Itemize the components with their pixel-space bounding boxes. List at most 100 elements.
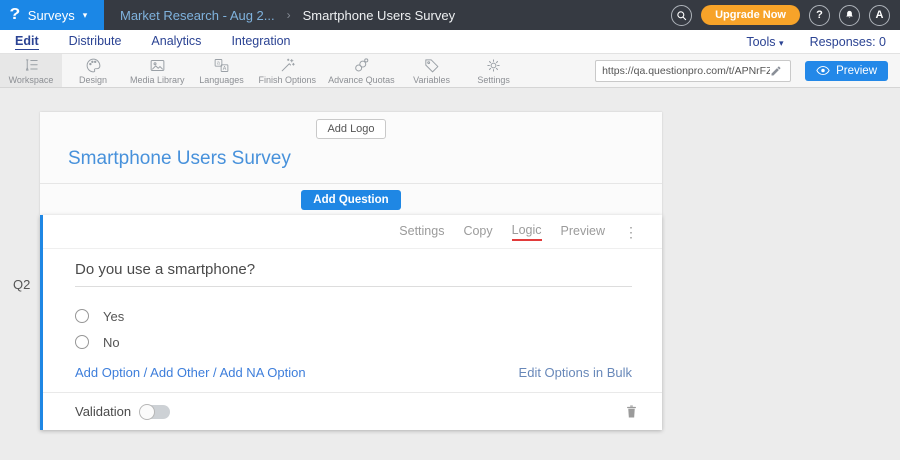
notifications-button[interactable] (839, 5, 860, 26)
survey-header-card: Add Logo Smartphone Users Survey Add Que… (40, 112, 662, 215)
responses-count[interactable]: Responses: 0 (810, 35, 886, 49)
validation-label: Validation (75, 404, 131, 419)
edit-options-in-bulk-link[interactable]: Edit Options in Bulk (519, 365, 632, 380)
question-number: Q2 (13, 277, 30, 292)
chevron-down-icon: ▾ (779, 38, 784, 48)
toolbar-item-label: Advance Quotas (328, 75, 395, 85)
radio-button[interactable] (75, 309, 89, 323)
toolbar-item-label: Workspace (9, 75, 54, 85)
toolbar-right: Preview (595, 54, 900, 87)
radio-button[interactable] (75, 335, 89, 349)
breadcrumb-separator-icon: › (287, 8, 291, 22)
breadcrumb-parent[interactable]: Market Research - Aug 2... (120, 8, 275, 23)
breadcrumb: Market Research - Aug 2... › Smartphone … (120, 8, 455, 23)
survey-editor-canvas: Q2 Add Logo Smartphone Users Survey Add … (0, 112, 900, 460)
option-label-no[interactable]: No (103, 335, 120, 350)
account-avatar[interactable]: A (869, 5, 890, 26)
add-question-row: Add Question (40, 184, 662, 215)
survey-url-field[interactable] (595, 60, 791, 82)
option-links: Add Option / Add Other / Add NA Option (75, 365, 306, 380)
add-other-link[interactable]: Add Other (150, 365, 209, 380)
search-button[interactable] (671, 5, 692, 26)
question-tab-logic[interactable]: Logic (512, 223, 542, 241)
preview-button[interactable]: Preview (805, 61, 888, 81)
link-separator: / (140, 365, 150, 380)
tab-analytics[interactable]: Analytics (151, 34, 201, 50)
breadcrumb-current: Smartphone Users Survey (303, 8, 455, 23)
tab-edit[interactable]: Edit (15, 34, 39, 50)
tab-integration[interactable]: Integration (231, 34, 290, 50)
preview-label: Preview (836, 65, 877, 77)
option-label-yes[interactable]: Yes (103, 309, 124, 324)
add-logo-button[interactable]: Add Logo (316, 119, 385, 139)
question-mark-icon: ? (816, 9, 823, 21)
toolbar-item-settings[interactable]: Settings (463, 54, 525, 87)
search-icon (676, 10, 687, 21)
tools-menu[interactable]: Tools ▾ (746, 35, 783, 49)
question-toolbar: Settings Copy Logic Preview ⋮ (43, 215, 662, 249)
workspace-toolbar: Workspace Design Media Library a A Langu… (0, 54, 900, 88)
design-icon (85, 57, 102, 74)
add-na-option-link[interactable]: Add NA Option (220, 365, 306, 380)
variables-icon (423, 57, 440, 74)
avatar-initial: A (876, 9, 884, 21)
toolbar-item-advance-quotas[interactable]: Advance Quotas (322, 54, 401, 87)
toolbar-item-finish-options[interactable]: Finish Options (253, 54, 323, 87)
answer-option-row: Yes (75, 303, 662, 329)
toolbar-item-label: Languages (199, 75, 244, 85)
bell-icon (844, 9, 855, 21)
toolbar-item-label: Variables (413, 75, 450, 85)
toolbar-item-workspace[interactable]: Workspace (0, 54, 62, 87)
kebab-menu-icon[interactable]: ⋮ (624, 225, 638, 239)
media-library-icon (149, 57, 166, 74)
help-button[interactable]: ? (809, 5, 830, 26)
topbar-actions: Upgrade Now ? A (671, 5, 900, 26)
surveys-menu-label: Surveys (28, 8, 75, 23)
tab-distribute[interactable]: Distribute (69, 34, 122, 50)
advance-quotas-icon (353, 57, 370, 74)
toolbar-item-media-library[interactable]: Media Library (124, 54, 191, 87)
question-tab-preview[interactable]: Preview (561, 224, 605, 240)
navbar-right: Tools ▾ Responses: 0 (746, 35, 900, 49)
option-links-row: Add Option / Add Other / Add NA Option E… (75, 365, 632, 380)
questionpro-logo-icon: ? (10, 6, 21, 24)
section-tabs: Edit Distribute Analytics Integration (15, 34, 291, 50)
toolbar-item-label: Finish Options (259, 75, 317, 85)
toolbar-item-label: Media Library (130, 75, 185, 85)
add-option-link[interactable]: Add Option (75, 365, 140, 380)
add-question-button-top[interactable]: Add Question (301, 190, 400, 210)
finish-options-icon (279, 57, 296, 74)
toolbar-item-variables[interactable]: Variables (401, 54, 463, 87)
survey-title[interactable]: Smartphone Users Survey (68, 148, 662, 170)
toggle-knob (139, 404, 155, 420)
question-text[interactable]: Do you use a smartphone? (75, 261, 632, 287)
toolbar-item-design[interactable]: Design (62, 54, 124, 87)
svg-text:A: A (223, 66, 227, 72)
surveys-menu[interactable]: ? Surveys ▾ (0, 0, 104, 30)
validation-row: Validation (43, 392, 662, 430)
answer-option-row: No (75, 329, 662, 355)
question-tab-copy[interactable]: Copy (463, 224, 492, 240)
settings-icon (485, 57, 502, 74)
upgrade-now-button[interactable]: Upgrade Now (701, 5, 800, 25)
link-separator: / (209, 365, 219, 380)
languages-icon: a A (213, 57, 230, 74)
validation-toggle[interactable] (140, 405, 170, 419)
toolbar-item-label: Design (79, 75, 107, 85)
question-tab-settings[interactable]: Settings (399, 224, 444, 240)
eye-icon (816, 65, 830, 76)
logo-row: Add Logo (40, 112, 662, 139)
chevron-down-icon: ▾ (83, 10, 88, 21)
topbar: ? Surveys ▾ Market Research - Aug 2... ›… (0, 0, 900, 30)
delete-question-button[interactable] (625, 404, 638, 419)
svg-text:a: a (217, 61, 220, 67)
edit-pencil-icon[interactable] (770, 65, 782, 77)
section-navbar: Edit Distribute Analytics Integration To… (0, 30, 900, 54)
toolbar-item-label: Settings (477, 75, 510, 85)
survey-url-input[interactable] (602, 65, 770, 77)
trash-icon (625, 404, 638, 419)
workspace-icon (23, 57, 40, 74)
toolbar-item-languages[interactable]: a A Languages (191, 54, 253, 87)
tools-label: Tools (746, 35, 775, 49)
question-block: Settings Copy Logic Preview ⋮ Do you use… (40, 215, 662, 430)
